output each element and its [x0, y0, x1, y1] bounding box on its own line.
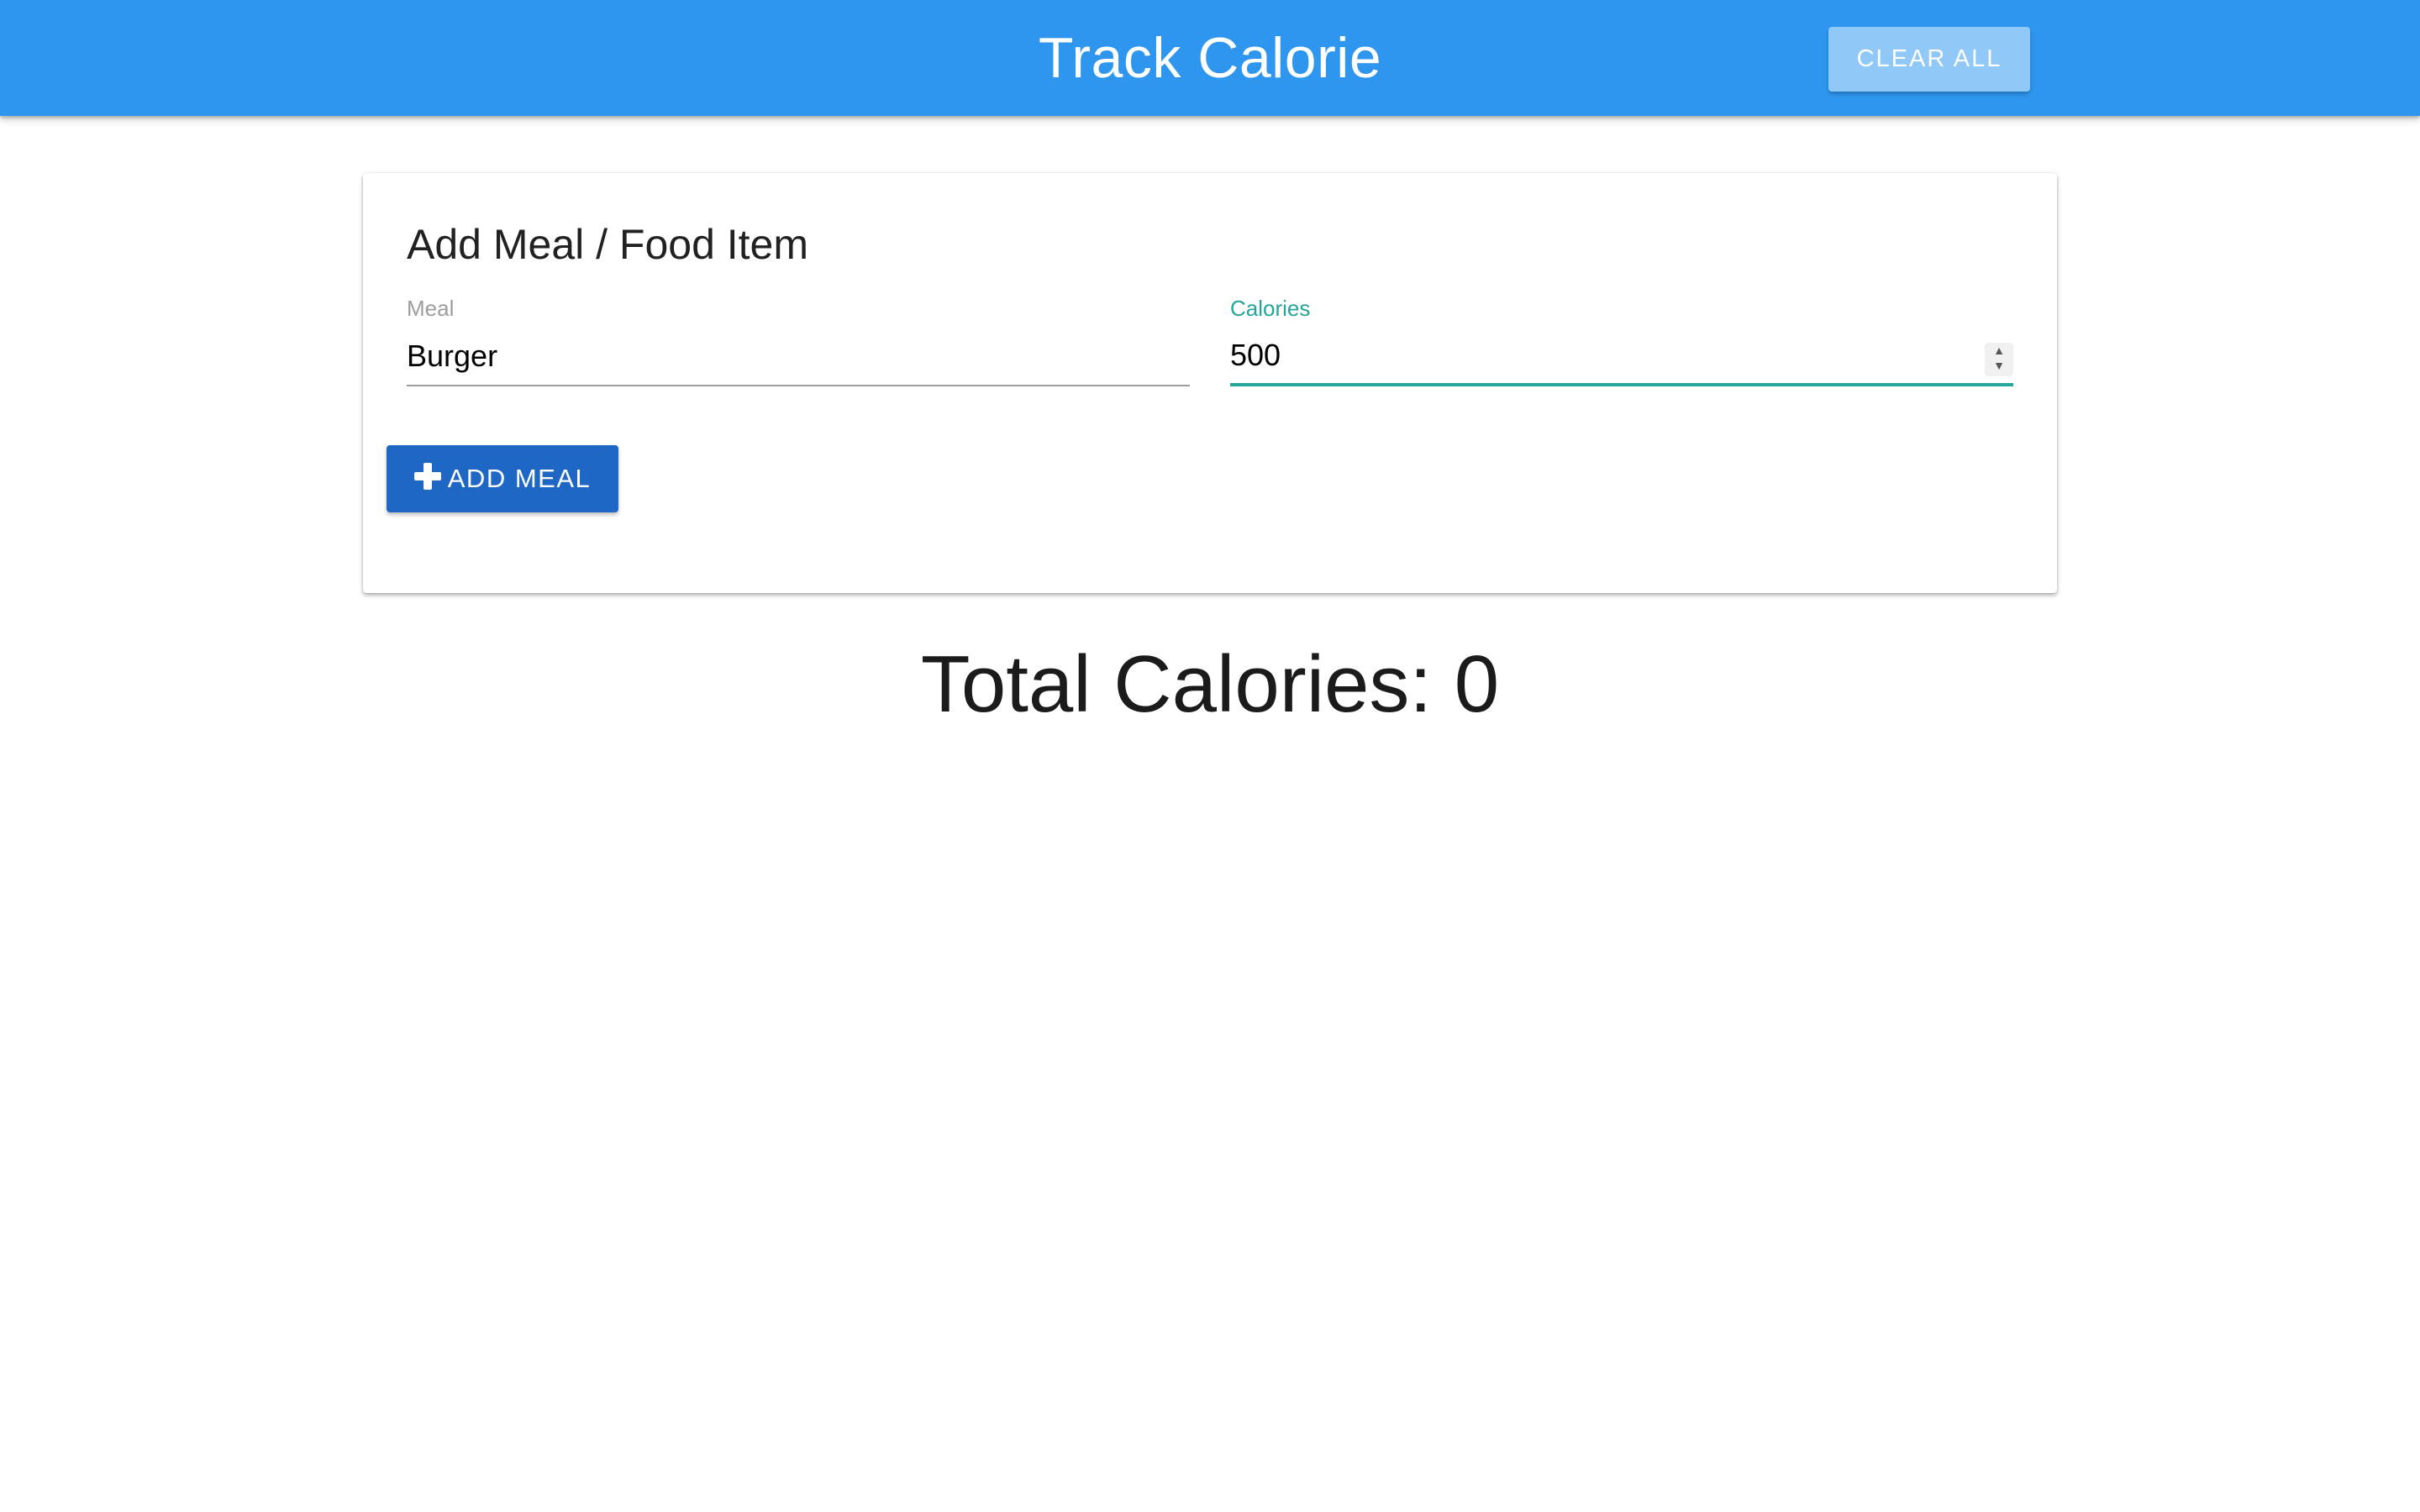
clear-all-button[interactable]: Clear All — [1828, 27, 2030, 92]
meal-label: Meal — [407, 296, 455, 321]
add-meal-card: Add Meal / Food Item Meal Calories ▲ ▼ A… — [363, 173, 2057, 593]
navbar: Track Calorie Clear All — [0, 0, 2420, 116]
total-calories: Total Calories: 0 — [920, 639, 1500, 729]
plus-icon — [413, 463, 441, 490]
brand-title[interactable]: Track Calorie — [0, 0, 2420, 116]
add-meal-button[interactable]: Add Meal — [387, 445, 618, 512]
calories-spinner[interactable]: ▲ ▼ — [1985, 343, 2013, 376]
calories-label: Calories — [1230, 296, 1311, 321]
chevron-up-icon[interactable]: ▲ — [1985, 343, 2013, 358]
chevron-down-icon[interactable]: ▼ — [1985, 358, 2013, 373]
meal-input[interactable] — [407, 328, 1190, 386]
add-meal-label: Add Meal — [447, 464, 592, 493]
calories-input[interactable] — [1230, 328, 2013, 386]
card-title: Add Meal / Food Item — [407, 221, 809, 268]
